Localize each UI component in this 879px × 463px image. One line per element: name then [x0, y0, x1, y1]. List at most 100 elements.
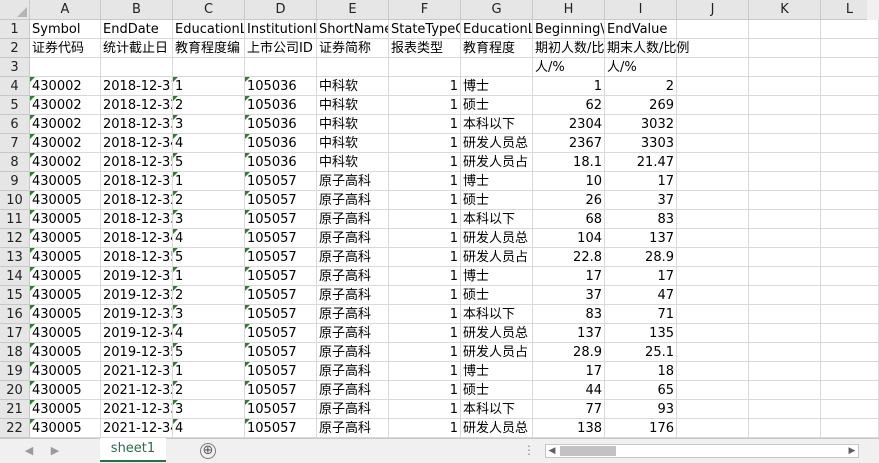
cell-d22[interactable]: 105057 [245, 419, 317, 438]
cell-l22[interactable] [821, 419, 879, 438]
row-header[interactable]: 21 [0, 400, 30, 419]
cell-k11[interactable] [749, 210, 821, 229]
cell-g20[interactable]: 硕士 [461, 381, 533, 400]
cell-j3[interactable] [677, 58, 749, 77]
cell-g2[interactable]: 教育程度 [461, 39, 533, 58]
cell-i18[interactable]: 25.1 [605, 343, 677, 362]
cell-a18[interactable]: 430005 [30, 343, 101, 362]
cell-d4[interactable]: 105036 [245, 77, 317, 96]
cell-e17[interactable]: 原子高科 [317, 324, 389, 343]
cell-g22[interactable]: 研发人员总 [461, 419, 533, 438]
cell-g10[interactable]: 硕士 [461, 191, 533, 210]
cell-d18[interactable]: 105057 [245, 343, 317, 362]
cell-f10[interactable]: 1 [389, 191, 461, 210]
horizontal-scrollbar[interactable]: ◀ ▶ [545, 444, 859, 458]
cell-h12[interactable]: 104 [533, 229, 605, 248]
cell-e7[interactable]: 中科软 [317, 134, 389, 153]
cell-d12[interactable]: 105057 [245, 229, 317, 248]
cell-k10[interactable] [749, 191, 821, 210]
cell-e2[interactable]: 证券简称 [317, 39, 389, 58]
cell-k2[interactable] [749, 39, 821, 58]
cell-b2[interactable]: 统计截止日 [101, 39, 173, 58]
prev-sheet-icon[interactable]: ◀ [22, 444, 36, 458]
cell-f5[interactable]: 1 [389, 96, 461, 115]
cell-j11[interactable] [677, 210, 749, 229]
cell-a14[interactable]: 430005 [30, 267, 101, 286]
cell-h20[interactable]: 44 [533, 381, 605, 400]
cell-a19[interactable]: 430005 [30, 362, 101, 381]
cell-j20[interactable] [677, 381, 749, 400]
cell-j7[interactable] [677, 134, 749, 153]
cell-j17[interactable] [677, 324, 749, 343]
cell-g8[interactable]: 研发人员占 [461, 153, 533, 172]
cell-b19[interactable]: 2021-12-31 [101, 362, 173, 381]
cell-g4[interactable]: 博士 [461, 77, 533, 96]
cell-j19[interactable] [677, 362, 749, 381]
cell-l3[interactable] [821, 58, 879, 77]
add-sheet-icon[interactable]: ⊕ [200, 443, 216, 459]
cell-a3[interactable] [30, 58, 101, 77]
row-header[interactable]: 20 [0, 381, 30, 400]
cell-f19[interactable]: 1 [389, 362, 461, 381]
cell-c4[interactable]: 1 [173, 77, 245, 96]
cell-k6[interactable] [749, 115, 821, 134]
cell-l15[interactable] [821, 286, 879, 305]
cell-l11[interactable] [821, 210, 879, 229]
cell-a15[interactable]: 430005 [30, 286, 101, 305]
cell-d5[interactable]: 105036 [245, 96, 317, 115]
cell-e19[interactable]: 原子高科 [317, 362, 389, 381]
cell-c19[interactable]: 1 [173, 362, 245, 381]
cell-e11[interactable]: 原子高科 [317, 210, 389, 229]
cell-i13[interactable]: 28.9 [605, 248, 677, 267]
cell-j21[interactable] [677, 400, 749, 419]
cell-f12[interactable]: 1 [389, 229, 461, 248]
cell-l9[interactable] [821, 172, 879, 191]
cell-f4[interactable]: 1 [389, 77, 461, 96]
cell-k4[interactable] [749, 77, 821, 96]
cell-l20[interactable] [821, 381, 879, 400]
row-header[interactable]: 13 [0, 248, 30, 267]
cell-l8[interactable] [821, 153, 879, 172]
cell-i4[interactable]: 2 [605, 77, 677, 96]
cell-h5[interactable]: 62 [533, 96, 605, 115]
cell-e21[interactable]: 原子高科 [317, 400, 389, 419]
cell-j6[interactable] [677, 115, 749, 134]
column-header-d[interactable]: D [245, 0, 317, 20]
cell-b22[interactable]: 2021-12-34 [101, 419, 173, 438]
cell-c13[interactable]: 5 [173, 248, 245, 267]
cell-j16[interactable] [677, 305, 749, 324]
cell-f11[interactable]: 1 [389, 210, 461, 229]
cell-d21[interactable]: 105057 [245, 400, 317, 419]
row-header[interactable]: 11 [0, 210, 30, 229]
column-header-b[interactable]: B [101, 0, 173, 20]
cell-i15[interactable]: 47 [605, 286, 677, 305]
column-header-f[interactable]: F [389, 0, 461, 20]
cell-b6[interactable]: 2018-12-33 [101, 115, 173, 134]
cell-l18[interactable] [821, 343, 879, 362]
column-header-c[interactable]: C [173, 0, 245, 20]
cell-b8[interactable]: 2018-12-35 [101, 153, 173, 172]
cell-e4[interactable]: 中科软 [317, 77, 389, 96]
cell-k13[interactable] [749, 248, 821, 267]
cell-e18[interactable]: 原子高科 [317, 343, 389, 362]
row-header[interactable]: 2 [0, 39, 30, 58]
cell-l10[interactable] [821, 191, 879, 210]
cell-e9[interactable]: 原子高科 [317, 172, 389, 191]
vertical-scrollbar[interactable] [867, 0, 879, 20]
scrollbar-thumb[interactable] [560, 446, 616, 456]
cell-b7[interactable]: 2018-12-34 [101, 134, 173, 153]
cell-h22[interactable]: 138 [533, 419, 605, 438]
cell-e13[interactable]: 原子高科 [317, 248, 389, 267]
cell-j22[interactable] [677, 419, 749, 438]
cell-a1[interactable]: Symbol [30, 20, 101, 39]
cell-i8[interactable]: 21.47 [605, 153, 677, 172]
cell-h8[interactable]: 18.1 [533, 153, 605, 172]
cell-k15[interactable] [749, 286, 821, 305]
cell-j10[interactable] [677, 191, 749, 210]
cell-i16[interactable]: 71 [605, 305, 677, 324]
cell-i11[interactable]: 83 [605, 210, 677, 229]
cell-h2[interactable]: 期初人数/比 [533, 39, 605, 58]
cell-k16[interactable] [749, 305, 821, 324]
cell-f14[interactable]: 1 [389, 267, 461, 286]
column-header-i[interactable]: I [605, 0, 677, 20]
